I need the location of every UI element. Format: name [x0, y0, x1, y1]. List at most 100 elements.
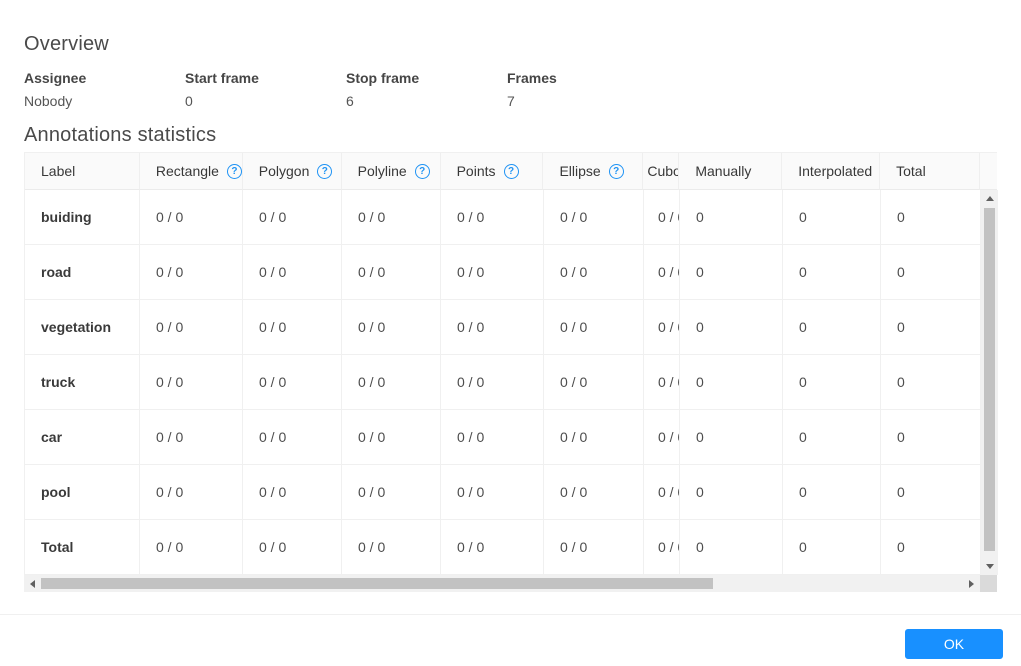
scroll-down-button[interactable] [981, 558, 998, 575]
job-details-modal: Overview Assignee Nobody Start frame 0 S… [0, 0, 1021, 666]
question-circle-icon[interactable]: ? [503, 163, 519, 179]
arrow-right-icon [969, 579, 974, 588]
horizontal-scrollbar-track[interactable] [41, 575, 963, 592]
overview-field-stop-frame: Stop frame 6 [346, 70, 507, 109]
cell-points: 0 / 0 [441, 465, 544, 520]
column-label: Label [41, 163, 76, 179]
field-value: 6 [346, 93, 354, 109]
ok-button[interactable]: OK [905, 629, 1003, 659]
question-circle-icon[interactable]: ? [226, 163, 242, 179]
cell-manually: 0 [680, 300, 783, 355]
cell-rectangle: 0 / 0 [140, 245, 243, 300]
table-row: vegetation 0 / 0 0 / 0 0 / 0 0 / 0 0 / 0… [25, 300, 981, 355]
cell-total: 0 [881, 300, 981, 355]
annotations-statistics-title: Annotations statistics [24, 124, 217, 146]
cell-cuboids-clipped: 0 / 0 [644, 410, 680, 465]
cell-polygon: 0 / 0 [243, 410, 342, 465]
scrollbar-corner [980, 575, 997, 592]
modal-footer: OK [0, 614, 1021, 666]
question-circle-icon[interactable]: ? [608, 163, 624, 179]
column-label: Interpolated [798, 163, 873, 179]
column-header-polyline: Polyline? [341, 153, 441, 190]
column-header-rectangle: Rectangle? [139, 153, 243, 190]
column-header-ellipse: Ellipse? [543, 153, 644, 190]
field-label: Assignee [24, 70, 87, 86]
cell-interpolated: 0 [783, 520, 881, 575]
table-header-row: Label Rectangle? Polygon? Polyline? Poin… [24, 152, 997, 190]
cell-rectangle: 0 / 0 [140, 465, 243, 520]
cell-label: vegetation [25, 300, 140, 355]
column-label: Polyline [357, 163, 407, 179]
question-circle-icon[interactable]: ? [317, 163, 333, 179]
horizontal-scrollbar[interactable] [24, 575, 980, 592]
field-label: Frames [507, 70, 557, 86]
cell-rectangle: 0 / 0 [140, 300, 243, 355]
cell-manually: 0 [680, 245, 783, 300]
column-header-interpolated: Interpolated [782, 153, 881, 190]
cell-total: 0 [881, 465, 981, 520]
cell-ellipse: 0 / 0 [544, 520, 644, 575]
cell-cuboids-clipped: 0 / 0 [644, 245, 680, 300]
cell-polyline: 0 / 0 [342, 465, 441, 520]
table-body: buiding 0 / 0 0 / 0 0 / 0 0 / 0 0 / 0 0 … [24, 190, 981, 575]
column-label: Polygon [258, 163, 310, 179]
cell-rectangle: 0 / 0 [140, 190, 243, 245]
cell-polyline: 0 / 0 [342, 300, 441, 355]
cell-label: Total [25, 520, 140, 575]
cell-polyline: 0 / 0 [342, 520, 441, 575]
cell-ellipse: 0 / 0 [544, 410, 644, 465]
cell-label: road [25, 245, 140, 300]
cell-total: 0 [881, 190, 981, 245]
field-label: Stop frame [346, 70, 420, 86]
vertical-scrollbar-thumb[interactable] [984, 208, 995, 551]
overview-grid: Assignee Nobody Start frame 0 Stop frame… [24, 70, 668, 109]
table-row: road 0 / 0 0 / 0 0 / 0 0 / 0 0 / 0 0 / 0… [25, 245, 981, 300]
cell-polygon: 0 / 0 [243, 465, 342, 520]
cell-points: 0 / 0 [441, 410, 544, 465]
column-label: Manually [695, 163, 752, 179]
cell-cuboids-clipped: 0 / 0 [644, 465, 680, 520]
horizontal-scrollbar-thumb[interactable] [41, 578, 713, 589]
cell-total: 0 [881, 355, 981, 410]
column-header-total: Total [880, 153, 981, 190]
scroll-left-button[interactable] [24, 575, 41, 592]
arrow-up-icon [985, 196, 994, 201]
cell-manually: 0 [680, 410, 783, 465]
scroll-right-button[interactable] [963, 575, 980, 592]
cell-polygon: 0 / 0 [243, 300, 342, 355]
overview-field-assignee: Assignee Nobody [24, 70, 185, 109]
cell-rectangle: 0 / 0 [140, 355, 243, 410]
cell-rectangle: 0 / 0 [140, 410, 243, 465]
cell-interpolated: 0 [783, 245, 881, 300]
cell-cuboids-clipped: 0 / 0 [644, 520, 680, 575]
column-label: Total [896, 163, 926, 179]
table-row: car 0 / 0 0 / 0 0 / 0 0 / 0 0 / 0 0 / 0 … [25, 410, 981, 465]
cell-manually: 0 [680, 520, 783, 575]
overview-field-start-frame: Start frame 0 [185, 70, 346, 109]
overview-field-frames: Frames 7 [507, 70, 668, 109]
cell-polyline: 0 / 0 [342, 190, 441, 245]
cell-polygon: 0 / 0 [243, 245, 342, 300]
cell-manually: 0 [680, 465, 783, 520]
arrow-down-icon [985, 564, 994, 569]
cell-cuboids-clipped: 0 / 0 [644, 355, 680, 410]
table-row: buiding 0 / 0 0 / 0 0 / 0 0 / 0 0 / 0 0 … [25, 190, 981, 245]
vertical-scrollbar[interactable] [981, 190, 998, 575]
field-value: Nobody [24, 93, 73, 109]
cell-cuboids-clipped: 0 / 0 [644, 190, 680, 245]
cell-ellipse: 0 / 0 [544, 190, 644, 245]
table-row-total: Total 0 / 0 0 / 0 0 / 0 0 / 0 0 / 0 0 / … [25, 520, 981, 575]
cell-interpolated: 0 [783, 410, 881, 465]
cell-label: buiding [25, 190, 140, 245]
arrow-left-icon [30, 579, 35, 588]
header-scrollbar-gutter [980, 153, 997, 190]
scroll-up-button[interactable] [981, 190, 998, 207]
cell-polygon: 0 / 0 [243, 355, 342, 410]
cell-ellipse: 0 / 0 [544, 300, 644, 355]
cell-points: 0 / 0 [441, 300, 544, 355]
question-circle-icon[interactable]: ? [414, 163, 430, 179]
table-row: pool 0 / 0 0 / 0 0 / 0 0 / 0 0 / 0 0 / 0… [25, 465, 981, 520]
cell-manually: 0 [680, 190, 783, 245]
cell-label: pool [25, 465, 140, 520]
cell-interpolated: 0 [783, 300, 881, 355]
